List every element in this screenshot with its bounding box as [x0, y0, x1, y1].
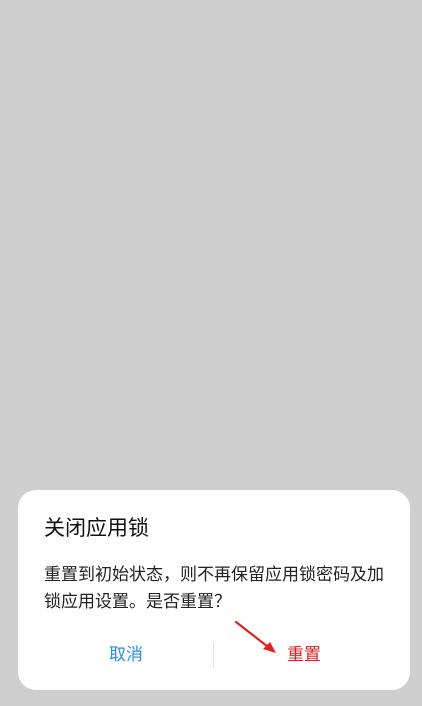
- close-app-lock-dialog: 关闭应用锁 重置到初始状态，则不再保留应用锁密码及加锁应用设置。是否重置？ 取消…: [18, 490, 410, 690]
- reset-button[interactable]: 重置: [214, 638, 394, 672]
- dialog-button-row: 取消 重置: [18, 638, 410, 672]
- dialog-message: 重置到初始状态，则不再保留应用锁密码及加锁应用设置。是否重置？: [44, 565, 384, 612]
- dialog-title: 关闭应用锁: [44, 516, 149, 540]
- cancel-button[interactable]: 取消: [36, 638, 216, 672]
